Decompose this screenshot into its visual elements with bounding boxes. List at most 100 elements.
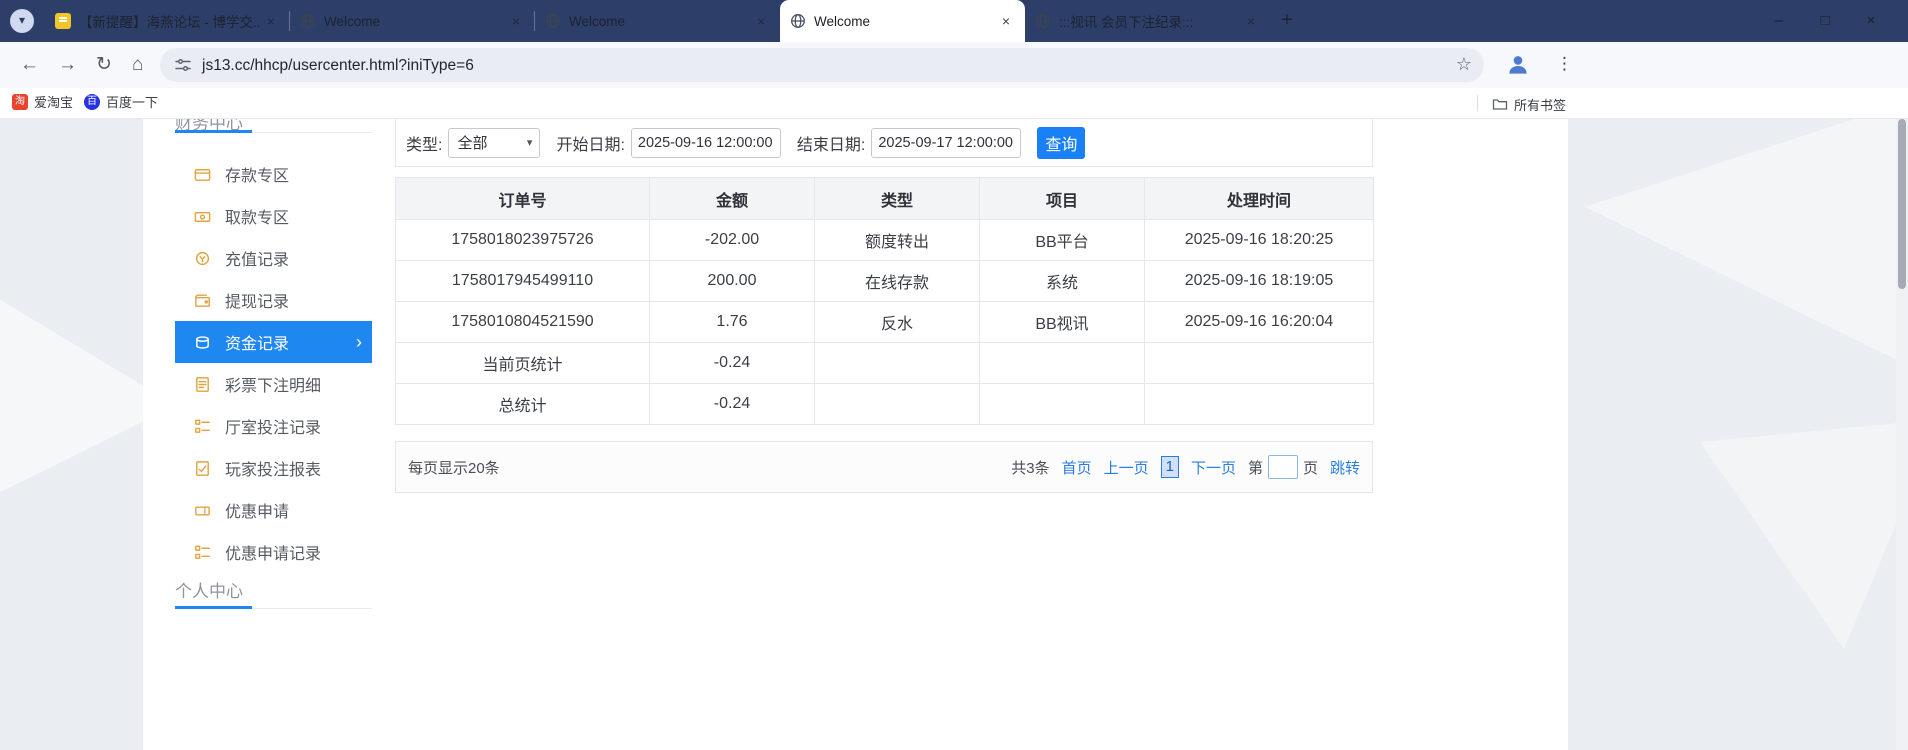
page-number-input[interactable] [1267,455,1298,479]
cell-order-no: 1758018023975726 [395,219,650,261]
tab-search-button[interactable]: ▾ [10,9,34,33]
page-jump-group: 第 页 [1248,455,1318,479]
table-row-grand-total: 总统计 -0.24 [395,383,1374,425]
sidebar-item-label: 提现记录 [225,294,290,311]
tab-title: Welcome [569,13,626,29]
tab-betting-record[interactable]: :::视讯 会员下注纪录::: × [1025,0,1270,42]
query-button[interactable]: 查询 [1037,126,1086,159]
tab-close-icon[interactable]: × [1242,13,1260,29]
type-select[interactable]: 全部 ▾ [448,127,541,158]
maximize-button[interactable]: □ [1802,0,1848,42]
coin-icon [195,251,210,265]
forward-button[interactable]: → [58,53,77,77]
prev-page-link[interactable]: 上一页 [1104,457,1149,478]
bookmark-taobao[interactable]: 淘 爱淘宝 [12,92,73,111]
globe-favicon-icon [1036,14,1050,28]
cell-time: 2025-09-16 18:20:25 [1144,219,1374,261]
column-header-type: 类型 [814,177,980,220]
chevron-down-icon: ▾ [526,137,533,149]
scrollbar-thumb[interactable] [1898,119,1906,289]
jump-button[interactable]: 跳转 [1330,457,1360,478]
bookmark-label: 百度一下 [106,95,159,110]
cell-order-no: 1758010804521590 [395,301,650,343]
cell-label: 总统计 [395,383,650,425]
type-select-value: 全部 [457,135,488,152]
tab-forum[interactable]: 【新提醒】海燕论坛 - 博学交... × [45,0,290,42]
bookmark-star-icon[interactable]: ☆ [1456,54,1472,75]
ticket-icon [195,505,210,515]
sidebar-item-withdraw-records[interactable]: 提现记录 [175,279,372,321]
table-row: 1758018023975726 -202.00 额度转出 BB平台 2025-… [395,219,1374,261]
minimize-button[interactable]: – [1756,0,1802,42]
tab-close-icon[interactable]: × [507,13,525,29]
back-button[interactable]: ← [20,53,39,77]
tab-title: :::视讯 会员下注纪录::: [1059,15,1194,30]
per-page-label: 每页显示20条 [408,459,500,477]
site-info-icon[interactable] [174,56,192,74]
first-page-link[interactable]: 首页 [1062,457,1092,478]
bookmark-label: 爱淘宝 [34,95,74,110]
background-triangle-decoration [1585,119,1896,369]
coins-stack-icon [196,335,209,349]
funds-records-table: 订单号 金额 类型 项目 处理时间 1758018023975726 -202.… [395,177,1374,425]
sidebar: 财务中心 存款专区 取款专区 充值记录 提现记录 资金记录 › 彩票下注明细 厅… [175,119,372,750]
address-bar[interactable]: js13.cc/hhcp/usercenter.html?iniType=6 ☆ [160,48,1484,82]
end-date-input[interactable] [871,127,1022,158]
start-date-input[interactable] [630,127,781,158]
report-check-icon [196,460,209,476]
sidebar-item-withdraw-zone[interactable]: 取款专区 [175,195,372,237]
tab-close-icon[interactable]: × [997,13,1015,29]
all-bookmarks-folder-icon [1492,99,1508,110]
tab-welcome-2[interactable]: Welcome × [535,0,780,42]
page-post-label: 页 [1302,459,1318,477]
page-scrollbar[interactable] [1896,119,1908,750]
cell-amount: -202.00 [649,219,815,261]
sidebar-item-funds-records[interactable]: 资金记录 › [175,321,372,363]
cell-time: 2025-09-16 16:20:04 [1144,301,1374,343]
window-close-button[interactable]: × [1848,0,1894,42]
reload-button[interactable]: ↻ [96,53,112,77]
bookmarks-bar: 淘 爱淘宝 百 百度一下 所有书签 [0,88,1908,119]
profile-avatar-icon[interactable] [1506,52,1530,76]
sidebar-section-personal: 个人中心 [175,582,243,601]
cell-order-no: 1758017945499110 [395,260,650,302]
column-header-project: 项目 [979,177,1145,220]
total-count-label: 共3条 [1011,459,1050,477]
globe-favicon-icon [301,14,315,28]
tab-close-icon[interactable]: × [752,13,770,29]
home-button[interactable]: ⌂ [132,53,143,77]
new-tab-button[interactable]: + [1274,8,1300,34]
page-pre-label: 第 [1247,459,1263,477]
filter-bar: 类型: 全部 ▾ 开始日期: 结束日期: 查询 [395,119,1373,167]
tab-strip: 【新提醒】海燕论坛 - 博学交... × Welcome × Welcome ×… [45,0,1270,42]
grid-list-icon [195,419,210,433]
cell-project: BB视讯 [979,301,1145,343]
end-date-label: 结束日期: [796,136,866,154]
sidebar-item-promo-apply-records[interactable]: 优惠申请记录 [175,531,372,573]
sidebar-item-deposit-zone[interactable]: 存款专区 [175,153,372,195]
url-text[interactable]: js13.cc/hhcp/usercenter.html?iniType=6 [202,56,474,75]
sidebar-item-player-bet-report[interactable]: 玩家投注报表 [175,447,372,489]
sidebar-item-lottery-bet-detail[interactable]: 彩票下注明细 [175,363,372,405]
next-page-link[interactable]: 下一页 [1191,457,1236,478]
bookmark-baidu[interactable]: 百 百度一下 [84,92,158,111]
tab-close-icon[interactable]: × [262,13,280,29]
list-badge-icon [195,545,210,559]
sidebar-item-label: 厅室投注记录 [225,420,322,437]
tab-title: Welcome [814,13,871,29]
sidebar-item-label: 存款专区 [225,168,290,185]
cell-empty [1144,342,1374,384]
sidebar-item-promo-apply[interactable]: 优惠申请 [175,489,372,531]
sidebar-item-room-bet-records[interactable]: 厅室投注记录 [175,405,372,447]
tab-welcome-1[interactable]: Welcome × [290,0,535,42]
table-row: 1758017945499110 200.00 在线存款 系统 2025-09-… [395,260,1374,302]
all-bookmarks-button[interactable]: 所有书签 [1514,95,1566,114]
sidebar-item-label: 充值记录 [225,252,290,269]
cell-label: 当前页统计 [395,342,650,384]
sidebar-item-label: 取款专区 [225,210,290,227]
browser-menu-icon[interactable]: ⋮ [1556,52,1573,76]
funds-records-main: 类型: 全部 ▾ 开始日期: 结束日期: 查询 订单号 金额 [395,119,1374,493]
chevron-right-icon: › [356,331,362,352]
tab-welcome-active[interactable]: Welcome × [780,0,1025,42]
sidebar-item-topup-records[interactable]: 充值记录 [175,237,372,279]
